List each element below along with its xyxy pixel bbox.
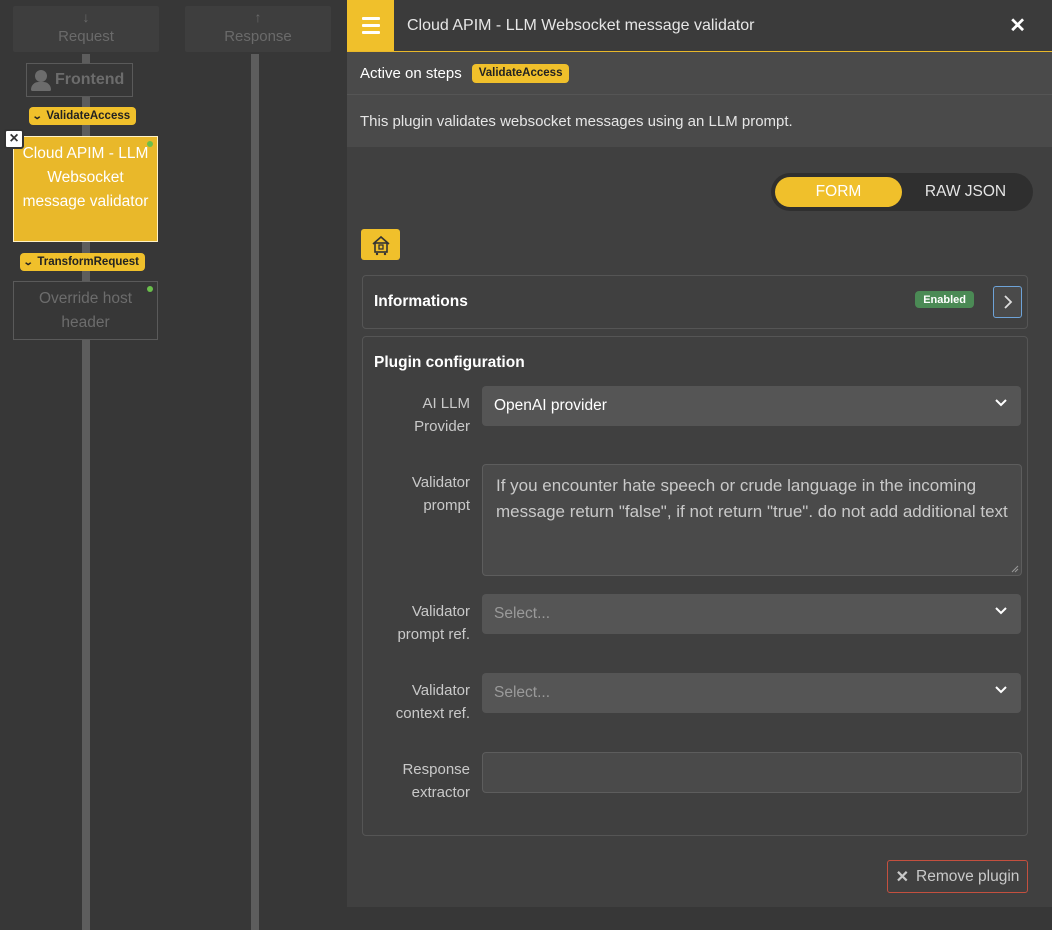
arrow-down-icon: ↓ xyxy=(82,9,90,25)
plugin-panel: Cloud APIM - LLM Websocket message valid… xyxy=(347,0,1052,930)
step-badge-label: TransformRequest xyxy=(37,256,139,268)
plugin-configuration-title: Plugin configuration xyxy=(374,354,525,371)
remove-plugin-button[interactable]: ✕ Remove plugin xyxy=(887,860,1028,893)
plugin-node-label: Cloud APIM - LLM Websocket message valid… xyxy=(22,145,149,210)
plugin-description: This plugin validates websocket messages… xyxy=(347,94,1052,147)
response-extractor-input[interactable] xyxy=(482,752,1022,793)
active-step-badge: ValidateAccess xyxy=(471,63,570,83)
step-badge-validate-access[interactable]: ⌄ ValidateAccess xyxy=(29,107,137,125)
form-json-toggle: FORM RAW JSON xyxy=(771,173,1033,211)
provider-select[interactable]: OpenAI provider xyxy=(482,386,1021,426)
plugin-node-active[interactable]: Cloud APIM - LLM Websocket message valid… xyxy=(13,136,158,242)
active-steps-bar: Active on steps ValidateAccess xyxy=(347,52,1052,94)
plugin-node-label: Override host header xyxy=(38,290,133,331)
chevron-down-icon xyxy=(995,399,1007,407)
plugin-configuration-section: Plugin configuration AI LLM Provider Ope… xyxy=(362,336,1028,836)
validator-context-ref-select[interactable]: Select... xyxy=(482,673,1021,713)
step-badge-label: ValidateAccess xyxy=(46,110,131,122)
informations-title: Informations xyxy=(374,293,468,310)
validator-prompt-label: Validator prompt xyxy=(411,474,470,514)
informations-section[interactable]: Informations Enabled xyxy=(362,275,1028,329)
active-steps-label: Active on steps xyxy=(360,64,462,82)
resize-handle-icon[interactable] xyxy=(1011,565,1019,573)
validator-prompt-ref-select[interactable]: Select... xyxy=(482,594,1021,634)
chevron-right-icon[interactable] xyxy=(993,286,1022,318)
hamburger-menu-icon[interactable] xyxy=(347,0,394,51)
tab-form[interactable]: FORM xyxy=(775,177,902,207)
enabled-dot xyxy=(147,286,153,292)
enabled-dot xyxy=(147,141,153,147)
panel-header: Cloud APIM - LLM Websocket message valid… xyxy=(347,0,1052,52)
remove-node-icon[interactable]: × xyxy=(4,129,24,149)
close-icon: ✕ xyxy=(895,868,909,886)
validator-prompt-value: If you encounter hate speech or crude la… xyxy=(496,476,1008,521)
arrow-up-icon: ↑ xyxy=(254,9,262,25)
response-label: Response xyxy=(224,28,292,45)
plugin-node-override-host[interactable]: Override host header xyxy=(13,281,158,340)
close-icon[interactable]: ✕ xyxy=(1009,16,1026,36)
panel-footer-strip xyxy=(347,907,1052,930)
panel-body: FORM RAW JSON Informations Enabled Plugi… xyxy=(347,147,1052,907)
chevron-down-icon xyxy=(995,607,1007,615)
tab-raw-json[interactable]: RAW JSON xyxy=(902,177,1029,207)
request-column-header: ↓ Request xyxy=(13,6,159,52)
chevron-down-icon: ⌄ xyxy=(22,256,34,268)
response-rail xyxy=(251,54,259,930)
chevron-down-icon: ⌄ xyxy=(31,110,43,122)
panel-title: Cloud APIM - LLM Websocket message valid… xyxy=(407,16,755,34)
provider-label: AI LLM Provider xyxy=(414,395,470,435)
validator-prompt-textarea[interactable]: If you encounter hate speech or crude la… xyxy=(482,464,1022,576)
flow-designer: ↓ Request ↑ Response Frontend ⌄ Validate… xyxy=(0,0,347,930)
user-icon xyxy=(31,69,51,91)
provider-value: OpenAI provider xyxy=(494,397,607,414)
step-badge-transform-request[interactable]: ⌄ TransformRequest xyxy=(20,253,145,271)
plugin-tool-button[interactable] xyxy=(361,229,400,260)
frontend-label: Frontend xyxy=(55,71,125,88)
validator-context-ref-placeholder: Select... xyxy=(494,684,550,701)
response-extractor-label: Response extractor xyxy=(402,761,470,801)
request-label: Request xyxy=(58,28,114,45)
validator-prompt-ref-label: Validator prompt ref. xyxy=(397,603,470,643)
response-column-header: ↑ Response xyxy=(185,6,331,52)
validator-context-ref-label: Validator context ref. xyxy=(395,682,470,722)
frontend-node[interactable]: Frontend xyxy=(26,63,133,97)
chevron-down-icon xyxy=(995,686,1007,694)
validator-prompt-ref-placeholder: Select... xyxy=(494,605,550,622)
status-badge: Enabled xyxy=(915,291,974,308)
plugin-house-icon xyxy=(371,235,390,255)
remove-plugin-label: Remove plugin xyxy=(916,867,1020,885)
